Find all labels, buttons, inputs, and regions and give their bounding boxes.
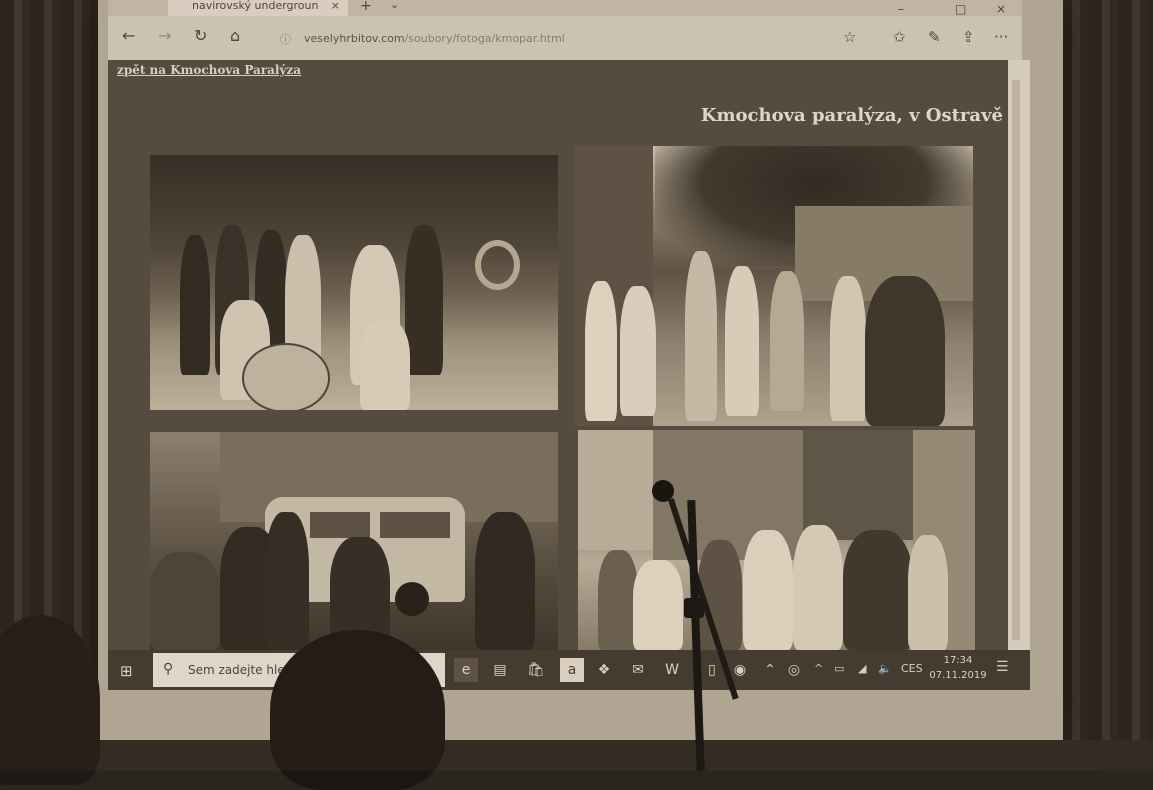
- back-icon[interactable]: ←: [122, 26, 135, 45]
- favorites-list-icon[interactable]: ✩: [893, 28, 906, 46]
- clock[interactable]: 17:34 07.11.2019: [928, 653, 988, 683]
- scrollbar-thumb[interactable]: [1012, 80, 1020, 640]
- notes-icon[interactable]: ✎: [928, 28, 941, 46]
- favorite-icon[interactable]: ☆: [843, 28, 856, 46]
- dropbox-icon[interactable]: ❖: [592, 658, 616, 682]
- store-icon[interactable]: 🛍: [524, 658, 548, 682]
- microphone-clamp: [684, 598, 704, 618]
- maximize-icon[interactable]: □: [955, 2, 966, 16]
- battery-icon[interactable]: ▭: [834, 662, 844, 675]
- more-icon[interactable]: ···: [994, 28, 1008, 46]
- tab-close-icon[interactable]: ×: [331, 0, 340, 12]
- address-bar: ← → ↻ ⌂ ⓘ veselyhrbitov.com/soubory/foto…: [108, 18, 1022, 60]
- notifications-icon[interactable]: ☰: [996, 659, 1009, 675]
- clock-date: 07.11.2019: [929, 670, 987, 681]
- network-icon[interactable]: ◢: [858, 662, 866, 675]
- taskbar-scroll-icon[interactable]: ⌃: [758, 658, 782, 682]
- search-placeholder: Sem zadejte hle: [188, 663, 285, 677]
- browser-chrome: navirovský undergroun × + ⌄ – □ × ← → ↻ …: [108, 0, 1022, 60]
- curtain-right: [1058, 0, 1153, 771]
- tray-expand-icon[interactable]: ^: [814, 662, 823, 675]
- tab-list-icon[interactable]: ⌄: [390, 0, 399, 11]
- microphone: [652, 480, 674, 502]
- volume-icon[interactable]: 🔈: [878, 662, 892, 675]
- page-title: Kmochova paralýza, v Ostravě: [700, 105, 1003, 126]
- file-explorer-icon[interactable]: ▤: [488, 658, 512, 682]
- photo-musicians-street[interactable]: [575, 146, 973, 426]
- photo-band-in-field[interactable]: [150, 155, 558, 410]
- tab-bar: navirovský undergroun × + ⌄ – □ ×: [108, 0, 1022, 16]
- mail-icon[interactable]: ✉: [626, 658, 650, 682]
- refresh-icon[interactable]: ↻: [194, 26, 207, 45]
- floor: [0, 740, 1153, 771]
- back-link[interactable]: zpět na Kmochova Paralýza: [117, 63, 301, 77]
- amazon-icon[interactable]: a: [560, 658, 584, 682]
- forward-icon[interactable]: →: [158, 26, 171, 45]
- photo-crowd-outside-building[interactable]: [578, 430, 975, 650]
- url-host: veselyhrbitov.com: [304, 32, 405, 45]
- taskbar: ⊞ ⚲ Sem zadejte hle e ▤ 🛍 a ❖ ✉ W ▯ ◉ ⌃ …: [108, 650, 1030, 690]
- close-window-icon[interactable]: ×: [996, 2, 1006, 16]
- home-icon[interactable]: ⌂: [230, 26, 240, 45]
- audience-head: [270, 630, 445, 790]
- new-tab-icon[interactable]: +: [360, 0, 372, 14]
- url-field[interactable]: veselyhrbitov.com/soubory/fotoga/kmopar.…: [304, 32, 565, 45]
- clock-time: 17:34: [943, 655, 973, 666]
- tab-title: navirovský undergroun: [192, 0, 319, 12]
- windows-start-icon[interactable]: ⊞: [120, 662, 133, 680]
- search-icon: ⚲: [163, 661, 174, 677]
- edge-icon[interactable]: e: [454, 658, 478, 682]
- language-indicator[interactable]: CES: [901, 662, 923, 675]
- browser-tab[interactable]: navirovský undergroun ×: [168, 0, 348, 16]
- minimize-icon[interactable]: –: [898, 2, 904, 16]
- info-icon: ⓘ: [280, 33, 291, 46]
- share-icon[interactable]: ⇪: [962, 28, 975, 46]
- url-path: /soubory/fotoga/kmopar.html: [404, 32, 565, 45]
- app-circle-icon[interactable]: ◎: [782, 658, 806, 682]
- photo-band-with-van[interactable]: [150, 432, 558, 650]
- word-icon[interactable]: W: [660, 658, 684, 682]
